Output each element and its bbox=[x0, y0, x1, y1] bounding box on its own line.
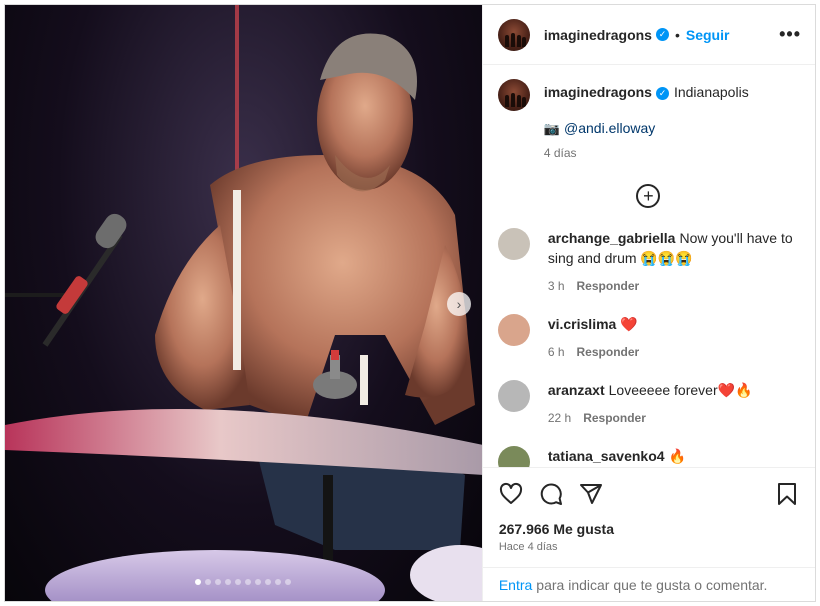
reply-button[interactable]: Responder bbox=[577, 345, 640, 359]
comment: vi.crislima ❤️ 6 h Responder bbox=[497, 314, 799, 362]
comment: aranzaxt Loveeeee forever❤️🔥 22 h Responder bbox=[497, 380, 799, 428]
action-bar bbox=[482, 467, 815, 519]
drummer-photo-illustration bbox=[5, 5, 482, 601]
comment-list: archange_gabriella Now you'll have to sin… bbox=[497, 228, 799, 467]
post-modal: › imaginedragons ✓ • Seguir ••• imagined… bbox=[4, 4, 816, 602]
post-header: imaginedragons ✓ • Seguir ••• bbox=[482, 5, 815, 65]
reply-button[interactable]: Responder bbox=[583, 411, 646, 425]
comment-text: 🔥 bbox=[668, 448, 686, 464]
carousel-dot bbox=[235, 579, 242, 585]
login-prompt-text: para indicar que te gusta o comentar. bbox=[536, 576, 768, 593]
comment: tatiana_savenko4 🔥 bbox=[497, 446, 799, 467]
comment-text: ❤️ bbox=[620, 316, 638, 332]
avatar[interactable] bbox=[497, 18, 530, 51]
carousel-dot bbox=[225, 579, 232, 585]
carousel-dot bbox=[205, 579, 212, 585]
post-date: Hace 4 días bbox=[498, 541, 558, 553]
comment-time: 3 h bbox=[547, 279, 565, 293]
photographer-mention[interactable]: @andi.elloway bbox=[564, 120, 655, 136]
carousel-dot bbox=[245, 579, 252, 585]
verified-icon: ✓ bbox=[655, 86, 669, 100]
avatar[interactable] bbox=[497, 380, 530, 412]
more-options-icon[interactable]: ••• bbox=[779, 24, 801, 45]
caption: imaginedragons ✓ Indianapolis 📷 @andi.ellow… bbox=[497, 79, 799, 160]
avatar[interactable] bbox=[497, 314, 530, 346]
next-slide-button[interactable]: › bbox=[447, 292, 471, 316]
login-prompt: Entra para indicar que te gusta o coment… bbox=[482, 567, 815, 601]
comment-username[interactable]: vi.crislima bbox=[548, 316, 617, 332]
caption-time: 4 días bbox=[543, 146, 577, 160]
share-button[interactable] bbox=[577, 480, 605, 508]
login-link[interactable]: Entra bbox=[499, 577, 532, 593]
comment-username[interactable]: tatiana_savenko4 bbox=[548, 448, 665, 464]
post-photo[interactable]: › bbox=[5, 5, 482, 601]
comment-button[interactable] bbox=[537, 480, 565, 508]
avatar[interactable] bbox=[497, 228, 530, 260]
comment-time: 22 h bbox=[547, 411, 572, 425]
comment-time: 6 h bbox=[547, 345, 565, 359]
separator-dot: • bbox=[674, 26, 680, 43]
reply-button[interactable]: Responder bbox=[577, 279, 640, 293]
carousel-dot bbox=[285, 579, 292, 585]
avatar[interactable] bbox=[497, 446, 530, 467]
comment-username[interactable]: archange_gabriella bbox=[548, 230, 676, 246]
follow-button[interactable]: Seguir bbox=[686, 27, 730, 43]
plus-circle-icon[interactable]: + bbox=[636, 184, 661, 208]
send-icon bbox=[579, 483, 602, 504]
comment-icon bbox=[540, 482, 562, 505]
carousel-dots bbox=[5, 579, 482, 585]
save-button[interactable] bbox=[773, 480, 801, 508]
carousel-dot bbox=[275, 579, 282, 585]
chevron-right-icon: › bbox=[456, 296, 462, 312]
verified-icon: ✓ bbox=[655, 28, 669, 41]
load-more-comments[interactable]: + bbox=[498, 184, 799, 208]
camera-icon: 📷 bbox=[543, 121, 561, 136]
carousel-dot bbox=[255, 579, 262, 585]
comment-text: Loveeeee forever❤️🔥 bbox=[608, 382, 753, 398]
comments-section[interactable]: imaginedragons ✓ Indianapolis 📷 @andi.ellow… bbox=[483, 65, 815, 467]
post-username[interactable]: imaginedragons bbox=[544, 27, 652, 43]
caption-location: Indianapolis bbox=[673, 84, 749, 100]
bookmark-icon bbox=[778, 482, 796, 505]
avatar[interactable] bbox=[497, 79, 530, 111]
likes-count[interactable]: 267.966 Me gusta bbox=[483, 519, 815, 537]
like-button[interactable] bbox=[497, 480, 525, 508]
carousel-dot bbox=[215, 579, 222, 585]
carousel-dot bbox=[265, 579, 272, 585]
post-sidebar: imaginedragons ✓ • Seguir ••• imaginedra… bbox=[481, 5, 815, 601]
heart-icon bbox=[499, 482, 522, 504]
caption-username[interactable]: imaginedragons bbox=[544, 84, 652, 100]
carousel-dot bbox=[195, 579, 202, 585]
comment-username[interactable]: aranzaxt bbox=[548, 382, 605, 398]
comment: archange_gabriella Now you'll have to sin… bbox=[497, 228, 799, 296]
